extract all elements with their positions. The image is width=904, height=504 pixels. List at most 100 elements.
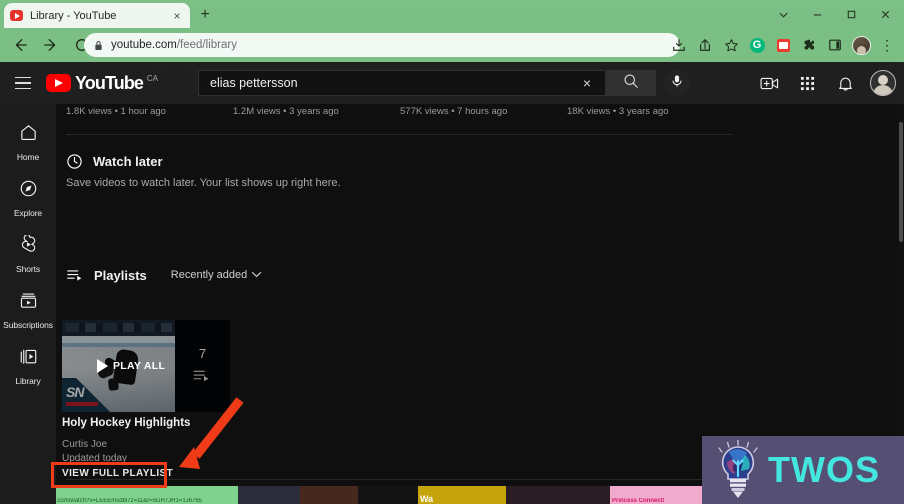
share-icon[interactable] xyxy=(692,32,718,58)
sidebar-item-label: Library xyxy=(15,375,41,386)
account-avatar-icon[interactable] xyxy=(870,70,896,96)
library-icon xyxy=(19,347,38,371)
video-thumbnail[interactable]: Wa xyxy=(418,486,506,504)
close-icon[interactable]: × xyxy=(577,73,597,93)
url-domain: youtube.com xyxy=(111,39,177,51)
avatar xyxy=(870,70,896,96)
close-icon[interactable]: × xyxy=(170,9,184,23)
video-thumbnail[interactable] xyxy=(300,486,358,504)
voice-search-button[interactable] xyxy=(664,70,690,96)
lightbulb-icon xyxy=(712,439,764,500)
close-icon[interactable] xyxy=(868,0,902,28)
grammarly-icon[interactable]: G xyxy=(744,32,770,58)
bookmark-star-icon[interactable] xyxy=(718,32,744,58)
window-controls xyxy=(766,0,902,28)
video-thumbnail[interactable] xyxy=(358,486,418,504)
install-icon[interactable] xyxy=(666,32,692,58)
scrollbar-thumb[interactable] xyxy=(899,122,903,242)
create-video-icon[interactable] xyxy=(756,70,782,96)
play-icon xyxy=(97,359,108,373)
youtube-icon xyxy=(10,10,23,21)
sidebar-item-label: Home xyxy=(16,151,40,162)
back-arrow-icon[interactable] xyxy=(6,31,34,59)
header-actions xyxy=(756,62,896,104)
annotation-arrow xyxy=(179,397,244,469)
sidepanel-icon[interactable] xyxy=(822,32,848,58)
apps-grid-icon[interactable] xyxy=(794,70,820,96)
youtube-logo[interactable]: YouTube CA xyxy=(46,72,158,94)
browser-toolbar: youtube.com/feed/library G ⋮ xyxy=(0,28,904,62)
sidebar-item-home[interactable]: Home xyxy=(0,114,56,170)
watch-later-header[interactable]: Watch later xyxy=(66,153,163,170)
toolbar-icons: G ⋮ xyxy=(666,28,900,62)
play-all-button[interactable]: PLAY ALL xyxy=(97,359,165,373)
video-meta: 1.8K views • 1 hour ago xyxy=(66,106,166,117)
url-path: /feed/library xyxy=(176,39,237,51)
section-divider xyxy=(66,134,732,135)
playlists-title: Playlists xyxy=(94,267,147,283)
video-thumbnail[interactable] xyxy=(238,486,300,504)
notifications-bell-icon[interactable] xyxy=(832,70,858,96)
search-input-value: elias pettersson xyxy=(210,76,298,90)
browser-tab[interactable]: Library - YouTube × xyxy=(4,3,190,28)
chevron-down-icon xyxy=(251,269,262,281)
playlist-owner[interactable]: Curtis Joe xyxy=(62,439,107,450)
minimize-icon[interactable] xyxy=(800,0,834,28)
youtube-header: YouTube CA elias pettersson × xyxy=(0,62,904,104)
playlists-sort-dropdown[interactable]: Recently added xyxy=(171,269,262,281)
video-meta: 577K views • 7 hours ago xyxy=(400,106,508,117)
profile-avatar-icon[interactable] xyxy=(848,32,874,58)
clock-icon xyxy=(66,153,83,170)
thumbnail-label: Wa xyxy=(420,494,434,504)
extension-red-icon[interactable] xyxy=(770,32,796,58)
forward-arrow-icon[interactable] xyxy=(37,31,65,59)
browser-chrome: Library - YouTube × + youtube.com/feed/l… xyxy=(0,0,904,62)
subscriptions-icon xyxy=(19,291,38,315)
youtube-play-icon xyxy=(46,74,71,92)
youtube-country-code: CA xyxy=(146,73,159,83)
sidebar-item-library[interactable]: Library xyxy=(0,338,56,394)
search-input[interactable]: elias pettersson × xyxy=(198,70,606,96)
video-thumbnail[interactable] xyxy=(506,486,610,504)
watch-later-description: Save videos to watch later. Your list sh… xyxy=(66,177,341,189)
tab-title: Library - YouTube xyxy=(30,9,117,22)
url-text: youtube.com/feed/library xyxy=(111,39,237,51)
maximize-icon[interactable] xyxy=(834,0,868,28)
shorts-icon xyxy=(19,233,38,259)
playlist-icon xyxy=(66,266,84,284)
compass-explore-icon xyxy=(19,179,38,203)
video-meta-row: 1.8K views • 1 hour ago 1.2M views • 3 y… xyxy=(66,106,766,117)
highlight-box-view-full-playlist xyxy=(51,462,167,488)
sidebar-item-shorts[interactable]: Shorts xyxy=(0,226,56,282)
screenshot-root: Library - YouTube × + youtube.com/feed/l… xyxy=(0,0,904,504)
hamburger-menu-icon[interactable] xyxy=(6,66,40,100)
chevron-down-icon[interactable] xyxy=(766,0,800,28)
sidebar-item-label: Explore xyxy=(13,207,43,218)
youtube-sidebar: Home Explore Shorts Subscriptions Librar… xyxy=(0,104,56,504)
grammarly-glyph: G xyxy=(749,37,765,53)
address-bar[interactable]: youtube.com/feed/library xyxy=(84,33,680,57)
watermark-text: TWOS xyxy=(768,449,880,490)
sidebar-item-label: Shorts xyxy=(16,263,40,274)
video-meta: 18K views • 3 years ago xyxy=(567,106,669,117)
video-meta: 1.2M views • 3 years ago xyxy=(233,106,339,117)
search-icon xyxy=(623,73,639,94)
lock-icon xyxy=(94,40,103,51)
sidebar-item-explore[interactable]: Explore xyxy=(0,170,56,226)
youtube-wordmark: YouTube xyxy=(75,72,144,93)
play-all-label: PLAY ALL xyxy=(113,360,166,372)
home-icon xyxy=(19,123,38,147)
search-area: elias pettersson × xyxy=(198,70,690,96)
sort-label: Recently added xyxy=(170,269,248,281)
watch-later-title: Watch later xyxy=(93,154,163,169)
new-tab-button[interactable]: + xyxy=(196,6,214,24)
puzzle-extensions-icon[interactable] xyxy=(796,32,822,58)
search-button[interactable] xyxy=(606,70,656,96)
browser-titlebar: Library - YouTube × + xyxy=(0,0,904,28)
microphone-icon xyxy=(670,74,684,93)
sidebar-item-subscriptions[interactable]: Subscriptions xyxy=(0,282,56,338)
twos-watermark: TWOS xyxy=(702,436,904,504)
overflow-menu-icon[interactable]: ⋮ xyxy=(874,32,900,58)
sidebar-item-label: Subscriptions xyxy=(3,319,53,330)
playlists-header[interactable]: Playlists Recently added xyxy=(66,266,262,284)
